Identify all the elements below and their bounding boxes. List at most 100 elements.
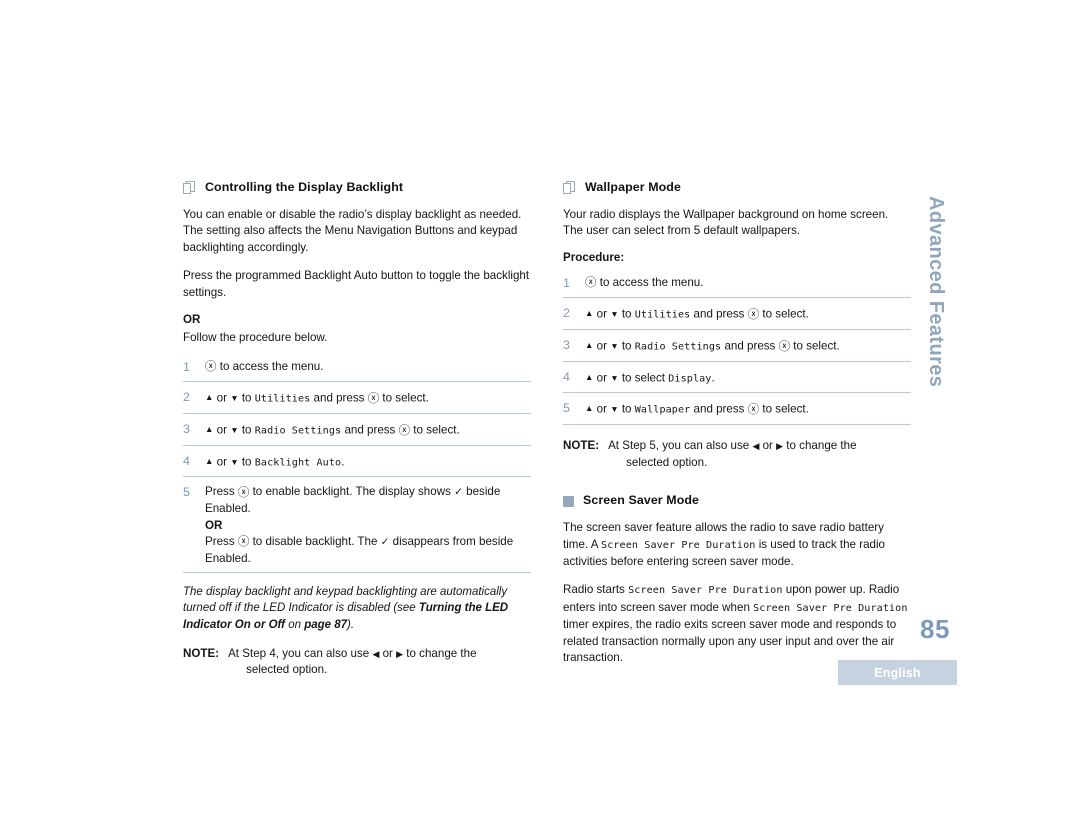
down-arrow-icon: [610, 403, 618, 416]
down-arrow-icon: [230, 391, 238, 404]
procedure-step: 5 Press to enable backlight. The display …: [183, 484, 531, 574]
step-text: .: [711, 371, 715, 385]
menu-button-icon: [779, 339, 791, 352]
step-number: 3: [183, 421, 190, 436]
note-label: NOTE:: [183, 646, 220, 660]
procedure-step: 2 or to Utilities and press to select.: [563, 305, 911, 330]
step-text: and press: [690, 307, 748, 321]
section-title: Screen Saver Mode: [583, 493, 700, 508]
step-number: 5: [183, 485, 190, 500]
menu-item-label: Display: [668, 373, 712, 385]
step-text: to disable backlight. The: [249, 534, 381, 548]
step-text: to select.: [759, 402, 809, 416]
check-icon: [454, 485, 463, 498]
step-subline: Press to enable backlight. The display s…: [205, 484, 531, 517]
section-title: Wallpaper Mode: [585, 180, 681, 194]
menu-item-label: Screen Saver Pre Duration: [601, 539, 756, 551]
menu-button-icon: [585, 276, 597, 289]
procedure-step: 1 to access the menu.: [183, 359, 531, 382]
note-text-b: or: [379, 646, 397, 660]
step-text: to access the menu.: [596, 275, 704, 289]
right-column: Wallpaper Mode Your radio displays the W…: [563, 180, 911, 678]
left-column: Controlling the Display Backlight You ca…: [183, 180, 531, 679]
down-arrow-icon: [230, 455, 238, 468]
procedure-step: 4 or to Backlight Auto.: [183, 453, 531, 478]
procedure-step: 4 or to select Display.: [563, 369, 911, 394]
step-text: to select.: [379, 391, 429, 405]
note-text-a: At Step 5, you can also use: [608, 439, 753, 453]
note-block-right: NOTE: At Step 5, you can also use or to …: [563, 438, 911, 471]
step-text: to select: [618, 371, 669, 385]
step-number: 4: [183, 453, 190, 468]
note-text-line2: selected option.: [246, 663, 328, 677]
step-text: to: [238, 423, 255, 437]
step-text: or: [593, 371, 611, 385]
section-title: Controlling the Display Backlight: [205, 180, 404, 194]
manual-page: Controlling the Display Backlight You ca…: [0, 0, 1080, 834]
menu-button-icon: [399, 423, 411, 436]
procedure-step: 3 or to Radio Settings and press to sele…: [183, 421, 531, 446]
step-text: or: [593, 307, 611, 321]
step-number: 5: [563, 401, 570, 416]
step-content: or to Radio Settings and press to select…: [205, 421, 531, 440]
step-number: 1: [183, 359, 190, 374]
intro-paragraph-1: You can enable or disable the radio’s di…: [183, 208, 522, 254]
procedure-step: 3 or to Radio Settings and press to sele…: [563, 337, 911, 362]
menu-button-icon: [238, 535, 250, 548]
note-block-left: NOTE: At Step 4, you can also use or to …: [183, 646, 531, 679]
step-text: or: [593, 402, 611, 416]
side-tab-advanced-features: Advanced Features: [925, 196, 947, 388]
menu-item-label: Utilities: [254, 393, 311, 405]
down-arrow-icon: [610, 307, 618, 320]
step-text: Press: [205, 485, 238, 499]
step-number: 2: [563, 305, 570, 320]
step-text: .: [341, 455, 345, 469]
step-text: and press: [690, 402, 748, 416]
step-number: 1: [563, 275, 570, 290]
step-text: Radio starts: [563, 583, 629, 597]
step-content: Press to enable backlight. The display s…: [205, 484, 531, 567]
ital-bold-2: page 87: [304, 618, 348, 631]
menu-button-icon: [748, 307, 760, 320]
note-text-b: or: [759, 439, 777, 453]
step-text: to: [238, 391, 255, 405]
step-subline: Press to disable backlight. The disappea…: [205, 534, 531, 567]
menu-item-label: Wallpaper: [634, 404, 691, 416]
step-text: or: [213, 423, 231, 437]
pages-icon: [183, 181, 196, 195]
down-arrow-icon: [610, 371, 618, 384]
wallpaper-paragraph: Your radio displays the Wallpaper backgr…: [563, 208, 889, 238]
step-content: to access the menu.: [205, 359, 531, 376]
note-text-c: to change the: [783, 439, 857, 453]
step-text: to: [618, 339, 635, 353]
screen-saver-paragraph-1: The screen saver feature allows the radi…: [563, 520, 911, 570]
screen-saver-paragraph-2: Radio starts Screen Saver Pre Duration u…: [563, 582, 911, 666]
step-text: to access the menu.: [216, 359, 324, 373]
intro-paragraph-2: Press the programmed Backlight Auto butt…: [183, 269, 530, 299]
menu-item-label: Utilities: [634, 309, 691, 321]
filled-square-icon: [563, 496, 574, 508]
menu-item-label: Backlight Auto: [254, 457, 342, 469]
step-text: to: [238, 455, 255, 469]
step-content: or to Utilities and press to select.: [585, 305, 911, 324]
note-text-c: to change the: [403, 646, 477, 660]
step-text: to select.: [790, 339, 840, 353]
step-number: 2: [183, 389, 190, 404]
step-text: to select.: [410, 423, 460, 437]
step-content: or to Utilities and press to select.: [205, 389, 531, 408]
step-text: and press: [310, 391, 368, 405]
section-heading-wallpaper-mode: Wallpaper Mode: [563, 180, 911, 195]
menu-button-icon: [748, 403, 760, 416]
step-number: 3: [563, 337, 570, 352]
page-number: 85: [920, 614, 950, 644]
note-text: At Step 5, you can also use or to change…: [608, 438, 911, 471]
section-heading-screen-saver-mode: Screen Saver Mode: [563, 493, 911, 508]
step-text: timer expires, the radio exits screen sa…: [563, 618, 897, 664]
step-text: and press: [341, 423, 399, 437]
menu-button-icon: [368, 391, 380, 404]
procedure-label: Procedure:: [563, 250, 625, 264]
step-text: to enable backlight. The display shows: [249, 485, 455, 499]
procedure-step: 1 to access the menu.: [563, 275, 911, 298]
intro-paragraph-3: Follow the procedure below.: [183, 331, 328, 345]
menu-item-label: Screen Saver Pre Duration: [753, 602, 908, 614]
